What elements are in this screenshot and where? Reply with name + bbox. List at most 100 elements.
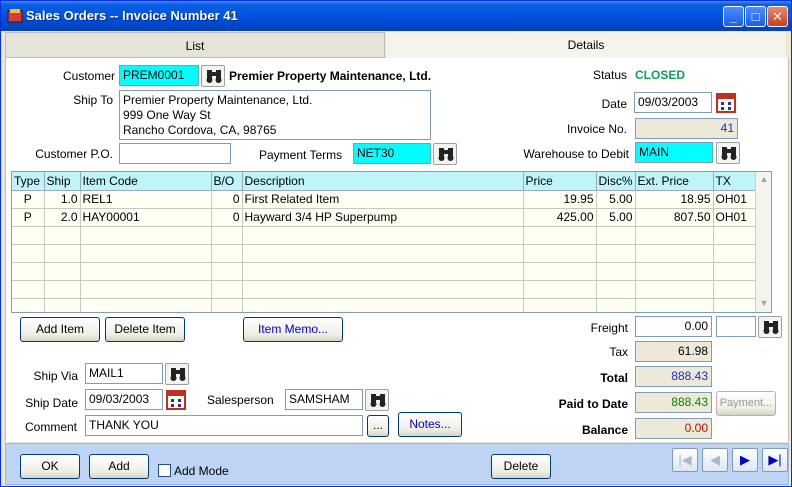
comment-more-button[interactable]: ... (367, 415, 389, 437)
first-record-icon[interactable]: |◀ (672, 448, 698, 472)
binoculars-icon (206, 70, 222, 83)
delete-button[interactable]: Delete (491, 454, 551, 479)
warehouse-field[interactable]: MAIN (635, 142, 713, 163)
date-field[interactable]: 09/03/2003 (634, 92, 712, 113)
tab-list[interactable]: List (5, 32, 385, 58)
cell-description[interactable]: First Related Item (242, 190, 524, 209)
col-type[interactable]: Type (12, 172, 45, 191)
cell-tx[interactable]: OH01 (713, 208, 758, 227)
minimize-button[interactable]: _ (723, 6, 744, 27)
col-description[interactable]: Description (242, 172, 524, 191)
add-mode-checkbox[interactable] (158, 464, 171, 477)
scroll-down-icon[interactable]: ▼ (757, 296, 771, 311)
ship-date-field[interactable]: 09/03/2003 (85, 389, 163, 410)
table-row-empty[interactable] (12, 262, 758, 281)
freight-lookup-button[interactable] (758, 316, 782, 338)
ship-to-address[interactable]: Premier Property Maintenance, Ltd. 999 O… (119, 90, 431, 140)
table-row[interactable]: P 2.0 HAY00001 0 Hayward 3/4 HP Superpum… (12, 208, 758, 227)
customer-lookup-button[interactable] (201, 65, 225, 87)
invoice-no-field: 41 (635, 118, 738, 139)
app-icon (7, 9, 23, 23)
ok-button[interactable]: OK (20, 454, 80, 479)
customer-code-field[interactable]: PREM0001 (119, 65, 199, 86)
comment-field[interactable]: THANK YOU (85, 415, 363, 436)
customer-po-field[interactable] (119, 143, 231, 164)
table-row-empty[interactable] (12, 298, 758, 312)
binoculars-icon (170, 368, 186, 381)
cell-item-code[interactable]: REL1 (80, 190, 212, 209)
table-row[interactable]: P 1.0 REL1 0 First Related Item 19.95 5.… (12, 190, 758, 209)
freight-label: Freight (590, 321, 628, 335)
close-button[interactable]: ✕ (767, 6, 788, 27)
add-button[interactable]: Add (89, 454, 149, 479)
warehouse-label: Warehouse to Debit (523, 147, 629, 161)
col-ext-price[interactable]: Ext. Price (635, 172, 714, 191)
invoice-no-label: Invoice No. (566, 122, 627, 136)
salesperson-field[interactable]: SAMSHAM (285, 389, 363, 410)
col-tx[interactable]: TX (713, 172, 758, 191)
cell-item-code[interactable]: HAY00001 (80, 208, 212, 227)
col-item-code[interactable]: Item Code (80, 172, 212, 191)
table-row-empty[interactable] (12, 244, 758, 263)
ship-via-field[interactable]: MAIL1 (85, 363, 163, 384)
line-items-grid[interactable]: Type Ship Item Code B/O Description Pric… (11, 171, 772, 313)
salesperson-label: Salesperson (207, 393, 274, 407)
calendar-icon[interactable] (716, 93, 736, 113)
payment-terms-lookup-button[interactable] (433, 143, 457, 165)
add-mode-label: Add Mode (174, 464, 229, 478)
col-bo[interactable]: B/O (211, 172, 243, 191)
cell-ship[interactable]: 1.0 (44, 190, 81, 209)
cell-tx[interactable]: OH01 (713, 190, 758, 209)
cell-ship[interactable]: 2.0 (44, 208, 81, 227)
table-row-empty[interactable] (12, 226, 758, 245)
col-disc[interactable]: Disc% (596, 172, 636, 191)
cell-description[interactable]: Hayward 3/4 HP Superpump (242, 208, 524, 227)
tax-field: 61.98 (635, 341, 712, 362)
total-label: Total (600, 371, 628, 385)
cell-price[interactable]: 425.00 (523, 208, 597, 227)
payment-terms-label: Payment Terms (259, 148, 343, 162)
col-ship[interactable]: Ship (44, 172, 81, 191)
warehouse-lookup-button[interactable] (716, 142, 740, 164)
binoculars-icon (370, 394, 386, 407)
status-label: Status (592, 68, 627, 82)
title-bar[interactable]: Sales Orders -- Invoice Number 41 _ □ ✕ (1, 1, 791, 31)
cell-ext-price[interactable]: 807.50 (635, 208, 714, 227)
add-item-button[interactable]: Add Item (20, 317, 100, 342)
last-record-icon[interactable]: ▶| (762, 448, 788, 472)
table-row-empty[interactable] (12, 280, 758, 299)
paid-to-date-label: Paid to Date (558, 397, 628, 411)
delete-item-button[interactable]: Delete Item (105, 317, 185, 342)
tab-details[interactable]: Details (386, 32, 786, 58)
cell-ext-price[interactable]: 18.95 (635, 190, 714, 209)
freight-code-field[interactable] (716, 316, 756, 337)
maximize-button[interactable]: □ (745, 6, 766, 27)
ship-via-lookup-button[interactable] (165, 363, 189, 385)
cell-disc[interactable]: 5.00 (596, 208, 636, 227)
grid-scrollbar[interactable]: ▲ ▼ (755, 172, 771, 312)
col-price[interactable]: Price (523, 172, 597, 191)
cell-disc[interactable]: 5.00 (596, 190, 636, 209)
ship-to-line1: Premier Property Maintenance, Ltd. (123, 93, 313, 107)
notes-button[interactable]: Notes... (398, 412, 462, 437)
cell-type[interactable]: P (12, 190, 45, 209)
item-memo-button[interactable]: Item Memo... (243, 317, 343, 342)
cell-bo[interactable]: 0 (211, 190, 243, 209)
cell-bo[interactable]: 0 (211, 208, 243, 227)
cell-price[interactable]: 19.95 (523, 190, 597, 209)
cell-type[interactable]: P (12, 208, 45, 227)
previous-record-icon[interactable]: ◀ (702, 448, 728, 472)
payment-terms-field[interactable]: NET30 (353, 143, 431, 164)
freight-field[interactable]: 0.00 (635, 316, 712, 337)
payment-button[interactable]: Payment... (716, 391, 776, 416)
customer-label: Customer (62, 69, 115, 83)
next-record-icon[interactable]: ▶ (732, 448, 758, 472)
tax-label: Tax (609, 345, 628, 359)
calendar-icon[interactable] (166, 390, 186, 410)
scroll-up-icon[interactable]: ▲ (757, 172, 771, 187)
balance-field: 0.00 (635, 418, 712, 439)
balance-label: Balance (581, 423, 628, 437)
paid-to-date-field: 888.43 (635, 392, 712, 413)
ship-to-line2: 999 One Way St (123, 108, 211, 122)
salesperson-lookup-button[interactable] (365, 389, 389, 411)
